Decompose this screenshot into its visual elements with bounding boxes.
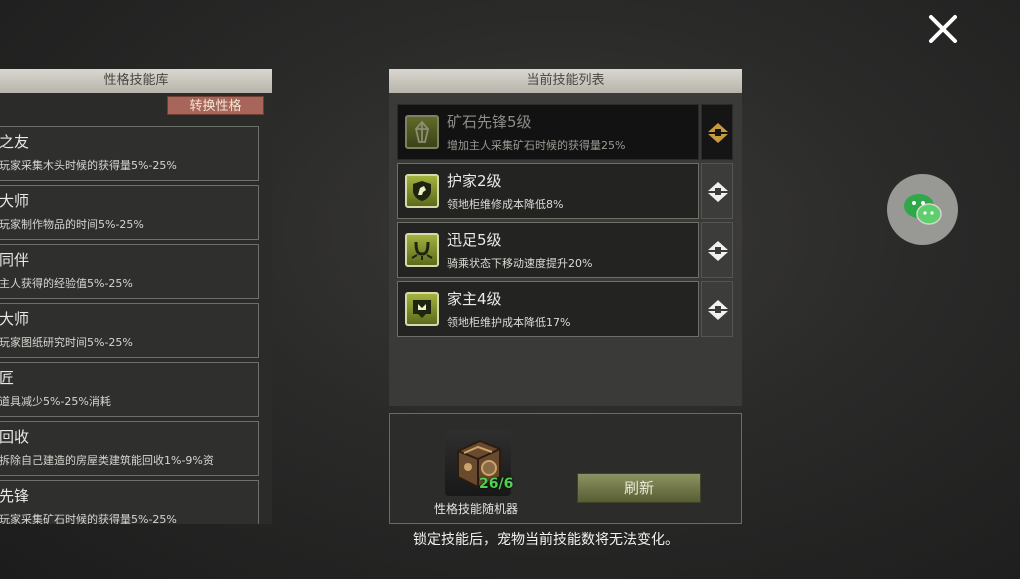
skill-card[interactable]: 迅足5级 骑乘状态下移动速度提升20% [397,222,699,278]
wechat-icon [904,194,942,225]
skill-name: 迅足5级 [447,231,502,249]
library-item-desc: 玩家制作物品的时间5%-25% [0,218,144,231]
wechat-share-button[interactable] [887,174,958,245]
skill-library-header: 性格技能库 [0,69,272,93]
convert-personality-button[interactable]: 转换性格 [167,96,264,115]
lock-arrows-icon [708,123,728,143]
skill-card[interactable]: 护家2级 领地柜维修成本降低8% [397,163,699,219]
refresh-button[interactable]: 刷新 [577,473,701,503]
skill-desc: 领地柜维修成本降低8% [447,198,564,211]
skill-library-panel: 性格技能库 转换性格 之友 玩家采集木头时候的获得量5%-25% 大师 玩家制作… [0,69,272,524]
library-item-name: 大师 [0,192,30,210]
library-item[interactable]: 同伴 主人获得的经验值5%-25% [0,244,259,299]
randomizer-label: 性格技能随机器 [434,502,519,516]
library-item-desc: 拆除自己建造的房屋类建筑能回收1%-9%资 [0,454,214,467]
library-item-name: 大师 [0,310,30,328]
horseshoe-icon [405,233,439,267]
skill-desc: 增加主人采集矿石时候的获得量25% [447,139,626,152]
library-item[interactable]: 匠 道具减少5%-25%消耗 [0,362,259,417]
library-item-desc: 道具减少5%-25%消耗 [0,395,111,408]
banner-icon [405,292,439,326]
skill-row: 家主4级 领地柜维护成本降低17% [397,281,733,337]
skill-desc: 骑乘状态下移动速度提升20% [447,257,593,270]
library-item[interactable]: 大师 玩家制作物品的时间5%-25% [0,185,259,240]
lock-toggle-button[interactable] [701,222,733,278]
library-item-desc: 主人获得的经验值5%-25% [0,277,133,290]
library-item-desc: 玩家图纸研究时间5%-25% [0,336,133,349]
library-item-name: 同伴 [0,251,30,269]
skill-card[interactable]: 家主4级 领地柜维护成本降低17% [397,281,699,337]
library-item-name: 匠 [0,369,15,387]
skill-row: 护家2级 领地柜维修成本降低8% [397,163,733,219]
skill-row: 矿石先锋5级 增加主人采集矿石时候的获得量25% [397,104,733,160]
library-item-name: 回收 [0,428,30,446]
library-item[interactable]: 之友 玩家采集木头时候的获得量5%-25% [0,126,259,181]
lock-toggle-button[interactable] [701,281,733,337]
randomizer-panel: 26/6 性格技能随机器 刷新 [389,413,742,524]
skill-card[interactable]: 矿石先锋5级 增加主人采集矿石时候的获得量25% [397,104,699,160]
lock-toggle-button[interactable] [701,163,733,219]
crystal-icon [405,115,439,149]
library-item[interactable]: 回收 拆除自己建造的房屋类建筑能回收1%-9%资 [0,421,259,476]
lock-arrows-icon [708,182,728,202]
library-item[interactable]: 先锋 玩家采集矿石时候的获得量5%-25% [0,480,259,524]
lock-arrows-icon [708,300,728,320]
library-item-name: 先锋 [0,487,30,505]
current-skills-header: 当前技能列表 [389,69,742,93]
shield-icon [405,174,439,208]
close-button[interactable] [924,10,962,48]
lock-warning-text: 锁定技能后，宠物当前技能数将无法变化。 [413,532,679,548]
library-item-desc: 玩家采集木头时候的获得量5%-25% [0,159,177,172]
library-item-name: 之友 [0,133,30,151]
skill-name: 护家2级 [447,172,502,190]
lock-arrows-icon [708,241,728,261]
randomizer-count: 26/6 [479,476,514,492]
skill-name: 家主4级 [447,290,502,308]
current-skills-panel: 当前技能列表 矿石先锋5级 增加主人采集矿石时候的获得量25% 护家2级 领地柜… [389,69,742,406]
library-item-desc: 玩家采集矿石时候的获得量5%-25% [0,513,177,524]
library-item[interactable]: 大师 玩家图纸研究时间5%-25% [0,303,259,358]
skill-name: 矿石先锋5级 [447,113,532,131]
skill-desc: 领地柜维护成本降低17% [447,316,571,329]
lock-toggle-button[interactable] [701,104,733,160]
skill-row: 迅足5级 骑乘状态下移动速度提升20% [397,222,733,278]
